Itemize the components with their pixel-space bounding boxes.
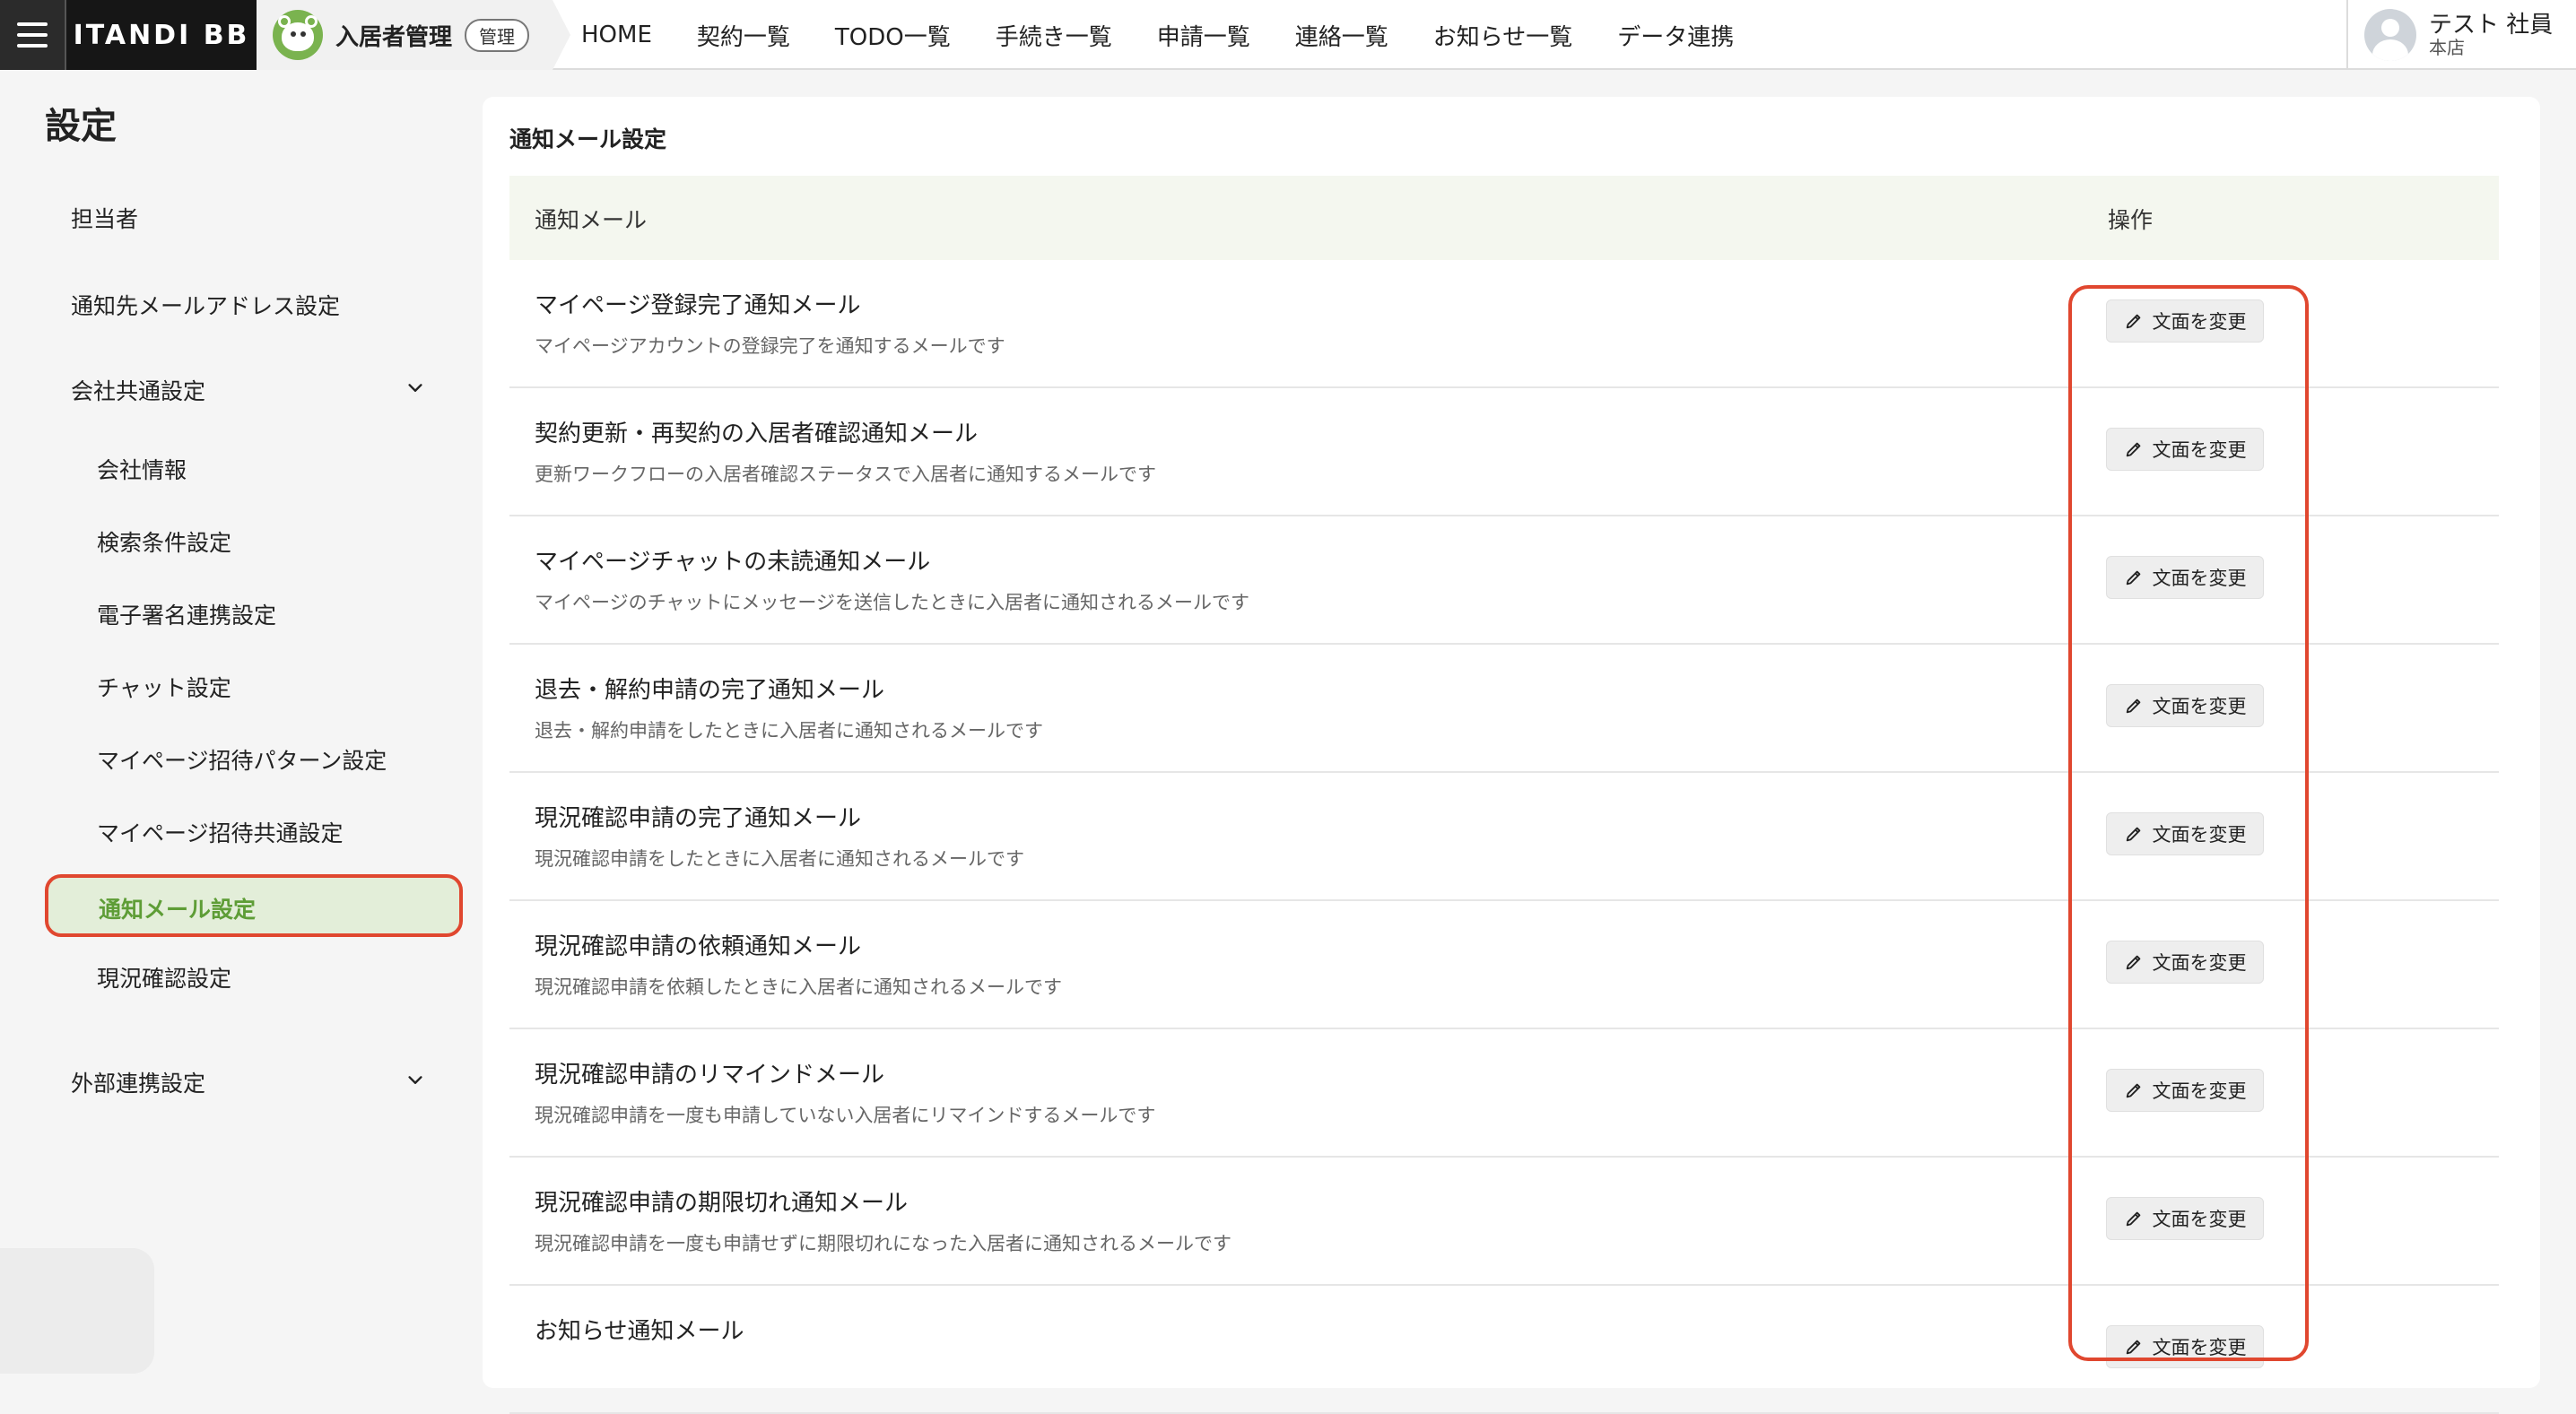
- edit-button-label: 文面を変更: [2152, 311, 2247, 333]
- edit-text-button[interactable]: 文面を変更: [2106, 556, 2264, 599]
- chevron-down-icon[interactable]: [405, 378, 425, 398]
- sidebar-item-notify-mail[interactable]: 通知メール設定: [45, 874, 463, 937]
- product-switcher[interactable]: 入居者管理 管理: [257, 0, 570, 70]
- table-row: 現況確認申請の依頼通知メール現況確認申請を依頼したときに入居者に通知されるメール…: [509, 901, 2499, 1029]
- pencil-icon: [2126, 955, 2140, 970]
- user-menu[interactable]: テスト 社員 本店: [2346, 0, 2576, 70]
- edit-text-button[interactable]: 文面を変更: [2106, 812, 2264, 855]
- nav-procedures[interactable]: 手続き一覧: [996, 19, 1112, 52]
- page-title: 設定: [45, 106, 117, 147]
- sidebar-item-invite-pattern[interactable]: マイページ招待パターン設定: [97, 743, 387, 776]
- edit-text-button[interactable]: 文面を変更: [2106, 684, 2264, 727]
- mascot-logo: [273, 10, 323, 60]
- nav-data-link[interactable]: データ連携: [1617, 19, 1734, 52]
- nav-todo[interactable]: TODO一覧: [835, 19, 951, 52]
- column-header-mail: 通知メール: [535, 207, 648, 233]
- edit-text-button[interactable]: 文面を変更: [2106, 428, 2264, 471]
- brand-logo[interactable]: ITANDI BB: [65, 0, 257, 70]
- table-row: マイページ登録完了通知メールマイページアカウントの登録完了を通知するメールです 文…: [509, 260, 2499, 388]
- sidebar-item-company-common[interactable]: 会社共通設定: [71, 374, 205, 406]
- mail-title: 現況確認申請の期限切れ通知メール: [535, 1190, 909, 1217]
- edit-button-label: 文面を変更: [2152, 1080, 2247, 1102]
- notify-mail-card: 通知メール設定 通知メール 操作 マイページ登録完了通知メールマイページアカウン…: [483, 97, 2540, 1414]
- edit-button-label: 文面を変更: [2152, 1209, 2247, 1230]
- sidebar-item-esign[interactable]: 電子署名連携設定: [97, 598, 276, 630]
- menu-icon[interactable]: [0, 0, 65, 70]
- sidebar-item-tantou[interactable]: 担当者: [71, 202, 138, 234]
- sidebar-item-external[interactable]: 外部連携設定: [71, 1066, 205, 1098]
- mail-description: 退去・解約申請をしたときに入居者に通知されるメールです: [535, 720, 1043, 742]
- sidebar-footer-panel: [0, 1248, 154, 1374]
- pencil-icon: [2126, 1211, 2140, 1227]
- user-avatar-icon: [2364, 9, 2416, 61]
- edit-text-button[interactable]: 文面を変更: [2106, 1069, 2264, 1112]
- pencil-icon: [2126, 698, 2140, 714]
- mail-title: 現況確認申請の依頼通知メール: [535, 933, 862, 960]
- sidebar-item-invite-common[interactable]: マイページ招待共通設定: [97, 816, 344, 848]
- mail-description: 現況確認申請をしたときに入居者に通知されるメールです: [535, 848, 1024, 870]
- edit-text-button[interactable]: 文面を変更: [2106, 299, 2264, 343]
- mail-title: マイページチャットの未読通知メール: [535, 549, 931, 576]
- table-row: 契約更新・再契約の入居者確認通知メール更新ワークフローの入居者確認ステータスで入…: [509, 388, 2499, 516]
- mail-description: マイページのチャットにメッセージを送信したときに入居者に通知されるメールです: [535, 592, 1249, 613]
- user-name: テスト 社員: [2429, 11, 2554, 39]
- sidebar-item-search-condition[interactable]: 検索条件設定: [97, 525, 231, 558]
- mail-description: 更新ワークフローの入居者確認ステータスで入居者に通知するメールです: [535, 464, 1156, 485]
- table-row: 現況確認申請のリマインドメール現況確認申請を一度も申請していない入居者にリマイン…: [509, 1029, 2499, 1158]
- table-row: 退去・解約申請の完了通知メール退去・解約申請をしたときに入居者に通知されるメール…: [509, 645, 2499, 773]
- edit-button-label: 文面を変更: [2152, 568, 2247, 589]
- edit-text-button[interactable]: 文面を変更: [2106, 1325, 2264, 1368]
- pencil-icon: [2126, 1083, 2140, 1098]
- nav-notices[interactable]: お知らせ一覧: [1433, 19, 1572, 52]
- mail-description: 現況確認申請を依頼したときに入居者に通知されるメールです: [535, 976, 1062, 998]
- edit-button-label: 文面を変更: [2152, 824, 2247, 846]
- mail-title: 現況確認申請の完了通知メール: [535, 805, 862, 832]
- section-title: 通知メール設定: [509, 126, 667, 152]
- pencil-icon: [2126, 1340, 2140, 1355]
- edit-button-label: 文面を変更: [2152, 696, 2247, 717]
- sidebar-item-label: 通知メール設定: [99, 897, 257, 923]
- product-name: 入居者管理: [335, 23, 453, 51]
- edit-button-label: 文面を変更: [2152, 439, 2247, 461]
- mail-description: 現況確認申請を一度も申請せずに期限切れになった入居者に通知されるメールです: [535, 1233, 1231, 1254]
- pencil-icon: [2126, 314, 2140, 329]
- sidebar-item-company-info[interactable]: 会社情報: [97, 453, 187, 485]
- edit-text-button[interactable]: 文面を変更: [2106, 941, 2264, 984]
- main-nav: HOME 契約一覧 TODO一覧 手続き一覧 申請一覧 連絡一覧 お知らせ一覧 …: [581, 0, 1734, 70]
- mail-title: 退去・解約申請の完了通知メール: [535, 677, 885, 704]
- nav-applications[interactable]: 申請一覧: [1157, 19, 1250, 52]
- nav-contracts[interactable]: 契約一覧: [697, 19, 790, 52]
- mail-description: マイページアカウントの登録完了を通知するメールです: [535, 335, 1005, 357]
- table-row: 現況確認申請の完了通知メール現況確認申請をしたときに入居者に通知されるメールです…: [509, 773, 2499, 901]
- table-header: 通知メール 操作: [509, 176, 2499, 260]
- nav-contacts[interactable]: 連絡一覧: [1295, 19, 1388, 52]
- sidebar-item-notify-address[interactable]: 通知先メールアドレス設定: [71, 289, 340, 321]
- pencil-icon: [2126, 827, 2140, 842]
- edit-button-label: 文面を変更: [2152, 1337, 2247, 1358]
- product-badge: 管理: [465, 18, 530, 52]
- edit-text-button[interactable]: 文面を変更: [2106, 1197, 2264, 1240]
- mail-description: 現況確認申請を一度も申請していない入居者にリマインドするメールです: [535, 1105, 1156, 1126]
- sidebar-item-status-confirm[interactable]: 現況確認設定: [97, 961, 231, 993]
- mail-title: マイページ登録完了通知メール: [535, 292, 861, 319]
- table-row: 現況確認申請の期限切れ通知メール現況確認申請を一度も申請せずに期限切れになった入…: [509, 1158, 2499, 1286]
- mail-title: 契約更新・再契約の入居者確認通知メール: [535, 421, 979, 447]
- settings-sidebar: 設定 担当者 通知先メールアドレス設定 会社共通設定 会社情報 検索条件設定 電…: [0, 72, 484, 1374]
- pencil-icon: [2126, 570, 2140, 586]
- mail-title: 現況確認申請のリマインドメール: [535, 1062, 885, 1089]
- chevron-down-icon[interactable]: [405, 1071, 425, 1090]
- mail-title: お知らせ通知メール: [535, 1318, 744, 1345]
- nav-home[interactable]: HOME: [581, 22, 652, 48]
- sidebar-item-chat[interactable]: チャット設定: [97, 671, 231, 703]
- pencil-icon: [2126, 442, 2140, 457]
- user-store: 本店: [2429, 37, 2465, 59]
- column-header-action: 操作: [2108, 207, 2154, 233]
- table-row: マイページチャットの未読通知メールマイページのチャットにメッセージを送信したとき…: [509, 516, 2499, 645]
- top-bar: ITANDI BB 入居者管理 管理 HOME 契約一覧 TODO一覧 手続き一…: [0, 0, 2576, 70]
- edit-button-label: 文面を変更: [2152, 952, 2247, 974]
